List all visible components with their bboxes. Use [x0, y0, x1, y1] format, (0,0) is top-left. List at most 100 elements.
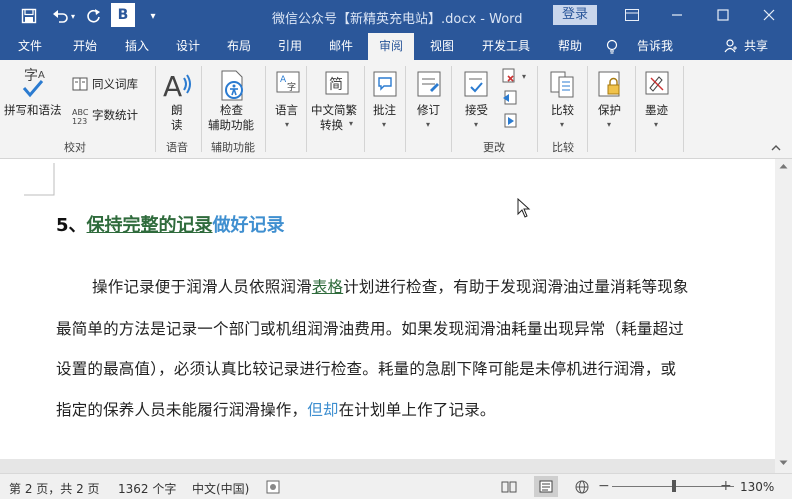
check-accessibility-label-2[interactable]: 辅助功能 — [208, 118, 254, 133]
word-count-status[interactable]: 1362 个字 — [118, 480, 176, 497]
read-mode-icon[interactable] — [501, 480, 517, 494]
page-corner-marker — [24, 163, 55, 196]
spelling-grammar-button[interactable]: 拼写和语法 — [4, 103, 62, 118]
accept-icon[interactable] — [462, 70, 490, 103]
read-aloud-label-1[interactable]: 朗 — [171, 103, 183, 118]
share-button[interactable]: 共享 — [740, 33, 772, 60]
reject-icon[interactable] — [502, 68, 518, 87]
collapse-ribbon-icon[interactable] — [771, 141, 781, 155]
spelling-check-icon[interactable]: 字A — [18, 66, 50, 103]
ink-dropdown-icon[interactable]: ▾ — [654, 120, 658, 129]
comments-button[interactable]: 批注 — [373, 103, 396, 118]
group-separator — [155, 66, 156, 152]
thesaurus-icon[interactable] — [72, 76, 88, 95]
print-layout-icon — [539, 480, 553, 493]
compare-icon[interactable] — [549, 70, 577, 103]
svg-text:A: A — [163, 70, 182, 102]
zoom-level[interactable]: 130% — [740, 480, 774, 494]
zoom-slider-thumb[interactable] — [672, 480, 676, 492]
tracking-button[interactable]: 修订 — [417, 103, 440, 118]
vertical-scrollbar[interactable] — [775, 159, 792, 473]
accept-dropdown-icon[interactable]: ▾ — [474, 120, 478, 129]
macro-record-icon[interactable] — [266, 480, 280, 494]
zoom-out-button[interactable]: − — [598, 478, 610, 494]
paragraph-line-1[interactable]: 操作记录便于润滑人员依照润滑表格计划进行检查，有助于发现润滑油过量消耗等现象 — [92, 275, 689, 297]
tab-layout[interactable]: 布局 — [217, 33, 261, 60]
next-change-icon[interactable] — [502, 113, 518, 132]
language-status[interactable]: 中文(中国) — [192, 480, 249, 497]
print-layout-view-button[interactable] — [534, 476, 558, 497]
tracking-dropdown-icon[interactable]: ▾ — [426, 120, 430, 129]
section-heading[interactable]: 5、保持完整的记录做好记录 — [56, 211, 285, 237]
thesaurus-button[interactable]: 同义词库 — [92, 77, 138, 92]
close-icon[interactable] — [754, 4, 784, 26]
comments-icon[interactable] — [371, 70, 399, 103]
compare-dropdown-icon[interactable]: ▾ — [560, 120, 564, 129]
document-page[interactable]: 5、保持完整的记录做好记录 操作记录便于润滑人员依照润滑表格计划进行检查，有助于… — [0, 159, 775, 459]
tab-mailings[interactable]: 邮件 — [319, 33, 363, 60]
tab-references[interactable]: 引用 — [268, 33, 312, 60]
compare-button[interactable]: 比较 — [551, 103, 574, 118]
group-label-proofing: 校对 — [64, 141, 86, 154]
ribbon-display-options-icon[interactable] — [617, 4, 647, 26]
ink-button[interactable]: 墨迹 — [645, 103, 668, 118]
login-button[interactable]: 登录 — [553, 5, 597, 25]
protect-icon[interactable] — [596, 70, 624, 103]
ink-icon[interactable] — [643, 70, 671, 103]
track-changes-icon[interactable] — [415, 70, 443, 103]
reject-dropdown-icon[interactable]: ▾ — [522, 72, 526, 81]
chinese-conversion-label-1[interactable]: 中文简繁 — [311, 103, 357, 118]
scroll-down-icon[interactable] — [779, 460, 788, 466]
check-accessibility-icon[interactable] — [219, 70, 247, 105]
comments-dropdown-icon[interactable]: ▾ — [382, 120, 386, 129]
tab-developer[interactable]: 开发工具 — [475, 33, 537, 60]
tab-view[interactable]: 视图 — [420, 33, 464, 60]
language-button[interactable]: 语言 — [275, 103, 298, 118]
redo-icon[interactable] — [83, 6, 105, 26]
share-person-icon[interactable] — [722, 33, 740, 60]
paragraph-line-4[interactable]: 指定的保养人员未能履行润滑操作，但却在计划单上作了记录。 — [56, 398, 496, 420]
chinese-conversion-icon[interactable]: 简 — [323, 70, 351, 103]
tab-home[interactable]: 开始 — [63, 33, 107, 60]
scroll-up-icon[interactable] — [779, 163, 788, 169]
protect-dropdown-icon[interactable]: ▾ — [607, 120, 611, 129]
tab-review[interactable]: 审阅 — [368, 33, 414, 60]
page-count[interactable]: 第 2 页，共 2 页 — [9, 480, 100, 497]
save-icon[interactable] — [18, 6, 40, 26]
zoom-in-button[interactable]: + — [720, 478, 732, 494]
word-count-button[interactable]: 字数统计 — [92, 108, 138, 123]
language-dropdown-icon[interactable]: ▾ — [285, 120, 289, 129]
ribbon-tab-bar: 文件 开始 插入 设计 布局 引用 邮件 审阅 视图 开发工具 帮助 告诉我 共… — [0, 33, 792, 60]
tab-file[interactable]: 文件 — [8, 33, 52, 60]
read-aloud-label-2[interactable]: 读 — [171, 118, 183, 133]
undo-dropdown-icon[interactable]: ▾ — [68, 6, 78, 26]
tell-me-search[interactable]: 告诉我 — [630, 33, 680, 60]
lightbulb-icon[interactable] — [603, 33, 621, 60]
status-bar: 第 2 页，共 2 页 1362 个字 中文(中国) − + 130% — [0, 473, 792, 499]
chinese-conversion-dropdown-icon[interactable]: ▾ — [349, 119, 353, 128]
protect-button[interactable]: 保护 — [598, 103, 621, 118]
group-separator — [306, 66, 307, 152]
read-aloud-icon[interactable]: A — [162, 70, 192, 105]
chinese-conversion-label-2[interactable]: 转换 — [320, 118, 343, 133]
tab-insert[interactable]: 插入 — [115, 33, 159, 60]
group-separator — [635, 66, 636, 152]
paragraph-line-2[interactable]: 最简单的方法是记录一个部门或机组润滑油费用。如果发现润滑油耗量出现异常（耗量超过 — [56, 317, 684, 339]
paragraph-line-3[interactable]: 设置的最高值），必须认真比较记录进行检查。耗量的急剧下降可能是未停机进行润滑，或 — [56, 357, 676, 379]
check-accessibility-label-1[interactable]: 检查 — [220, 103, 243, 118]
language-icon[interactable]: A字 — [274, 70, 302, 103]
web-layout-icon[interactable] — [574, 480, 590, 494]
line1-tracked-text: 表格 — [311, 278, 344, 296]
word-count-icon[interactable]: ABC 123 — [72, 107, 90, 128]
heading-number: 5、 — [56, 215, 87, 236]
bold-button[interactable]: B — [111, 3, 135, 27]
customize-quick-access-icon[interactable]: ▾ — [142, 6, 164, 26]
minimize-icon[interactable] — [662, 4, 692, 26]
previous-change-icon[interactable] — [502, 90, 518, 109]
group-separator — [587, 66, 588, 152]
accept-button[interactable]: 接受 — [465, 103, 488, 118]
group-separator — [201, 66, 202, 152]
tab-help[interactable]: 帮助 — [548, 33, 592, 60]
tab-design[interactable]: 设计 — [166, 33, 210, 60]
maximize-icon[interactable] — [708, 4, 738, 26]
